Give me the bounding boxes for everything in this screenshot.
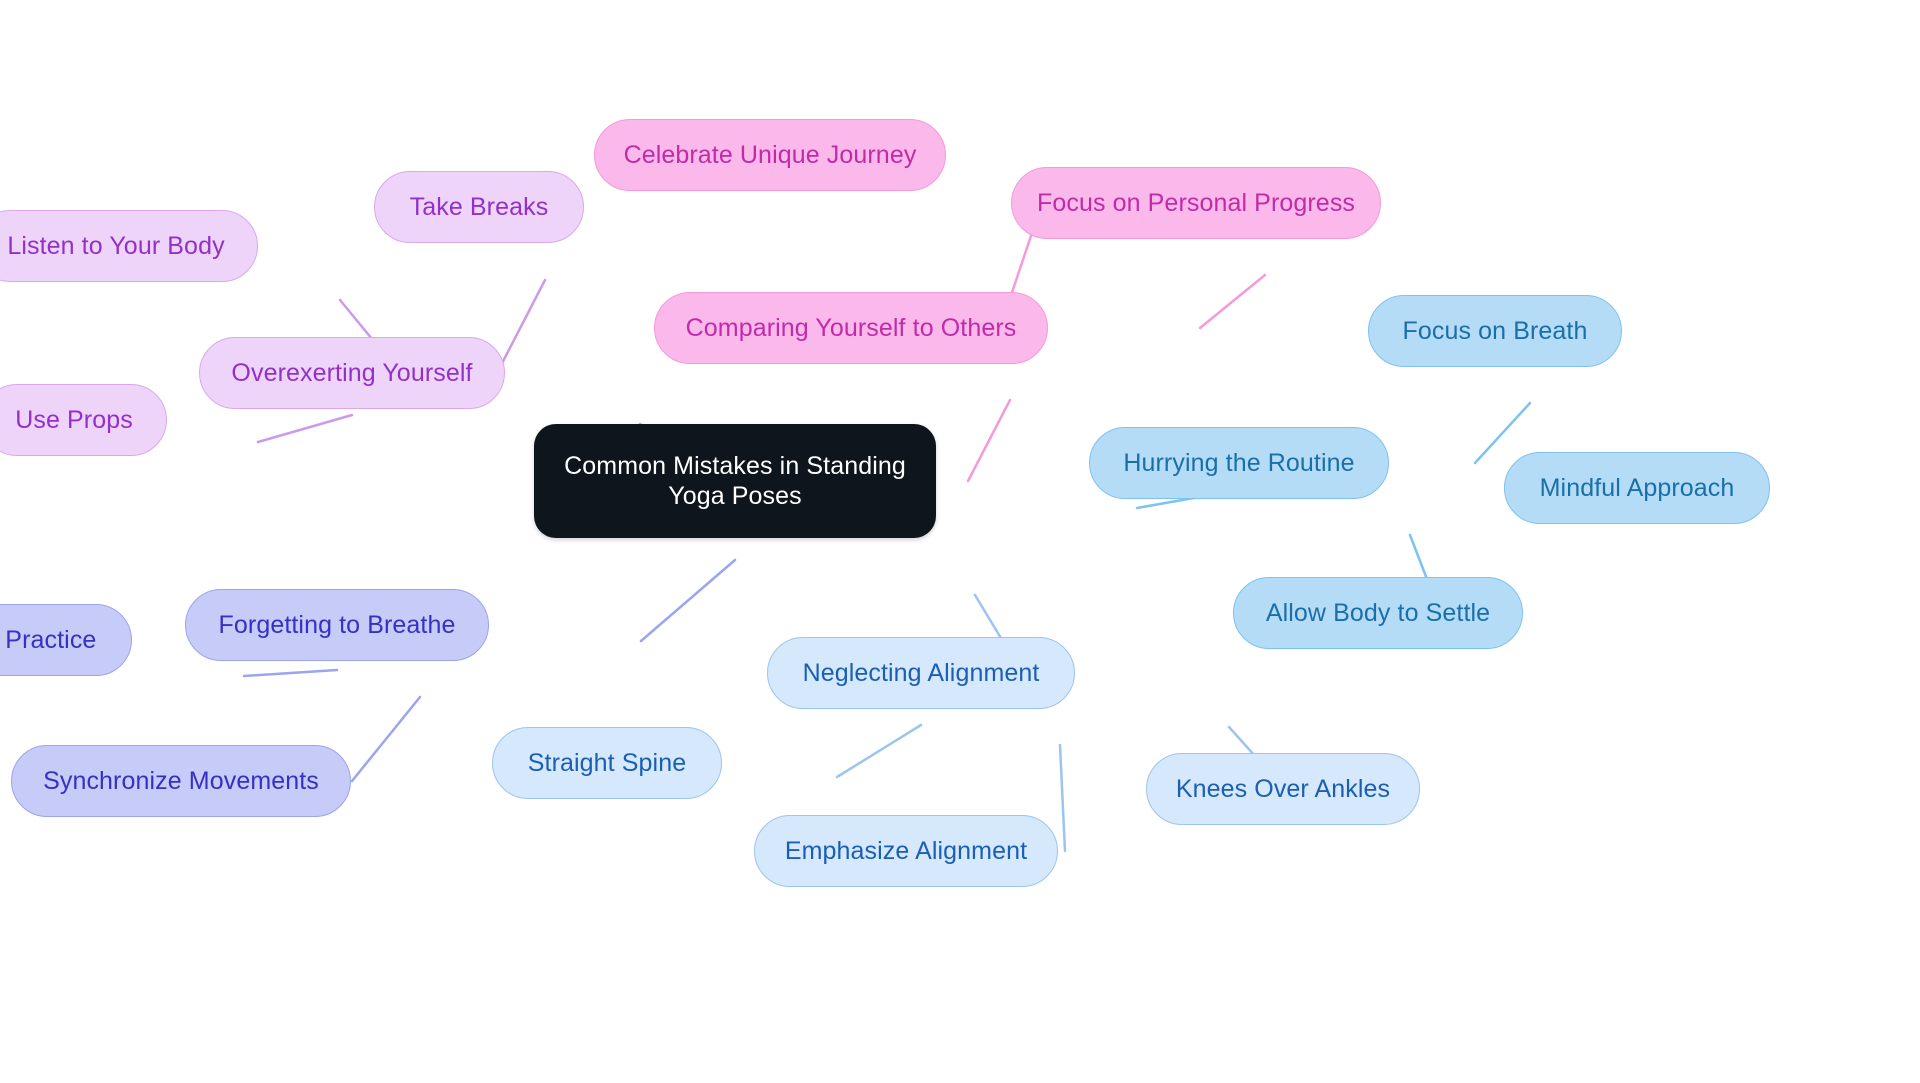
branch-node-comparing-yourself-to-others-label: Comparing Yourself to Others bbox=[685, 313, 1017, 342]
leaf-node-knees-over-ankles-label: Knees Over Ankles bbox=[1175, 774, 1391, 803]
edge-overexerting-props bbox=[256, 413, 354, 444]
leaf-node-knees-over-ankles[interactable]: Knees Over Ankles bbox=[1146, 753, 1420, 825]
leaf-node-use-props[interactable]: Use Props bbox=[0, 384, 167, 456]
leaf-node-celebrate-unique-journey-label: Celebrate Unique Journey bbox=[623, 140, 917, 169]
edge-root-forgetting bbox=[639, 558, 737, 643]
edge-overexerting-takebreaks bbox=[495, 278, 547, 375]
branch-node-overexerting-yourself-label: Overexerting Yourself bbox=[231, 358, 473, 387]
branch-node-overexerting-yourself[interactable]: Overexerting Yourself bbox=[199, 337, 505, 409]
leaf-node-focus-on-breath-label: Focus on Breath bbox=[1402, 316, 1588, 345]
mindmap-edges bbox=[242, 225, 1639, 853]
edge-comparing-focus-progress bbox=[1198, 273, 1267, 330]
branch-node-neglecting-alignment-label: Neglecting Alignment bbox=[802, 658, 1040, 687]
leaf-node-celebrate-unique-journey[interactable]: Celebrate Unique Journey bbox=[594, 119, 946, 191]
leaf-node-use-props-label: Use Props bbox=[15, 405, 133, 434]
leaf-node-listen-to-your-body[interactable]: Listen to Your Body bbox=[0, 210, 258, 282]
edge-neglecting-spine bbox=[835, 723, 923, 779]
edge-forgetting-fluid bbox=[242, 668, 339, 678]
leaf-node-allow-body-to-settle[interactable]: Allow Body to Settle bbox=[1233, 577, 1523, 649]
leaf-node-straight-spine-label: Straight Spine bbox=[527, 748, 687, 777]
leaf-node-synchronize-movements[interactable]: Synchronize Movements bbox=[11, 745, 351, 817]
leaf-node-listen-to-your-body-label: Listen to Your Body bbox=[7, 231, 225, 260]
leaf-node-focus-on-personal-progress-label: Focus on Personal Progress bbox=[1036, 188, 1356, 217]
branch-node-forgetting-to-breathe[interactable]: Forgetting to Breathe bbox=[185, 589, 489, 661]
edge-forgetting-sync bbox=[350, 695, 422, 783]
edge-root-comparing bbox=[966, 398, 1012, 483]
leaf-node-mindful-approach[interactable]: Mindful Approach bbox=[1504, 452, 1770, 524]
branch-node-hurrying-the-routine-label: Hurrying the Routine bbox=[1123, 448, 1355, 477]
branch-node-forgetting-to-breathe-label: Forgetting to Breathe bbox=[218, 610, 456, 639]
leaf-node-take-breaks[interactable]: Take Breaks bbox=[374, 171, 584, 243]
leaf-node-focus-on-personal-progress[interactable]: Focus on Personal Progress bbox=[1011, 167, 1381, 239]
leaf-node-mindful-approach-label: Mindful Approach bbox=[1539, 473, 1735, 502]
edge-hurrying-breath bbox=[1473, 401, 1532, 465]
branch-node-neglecting-alignment[interactable]: Neglecting Alignment bbox=[767, 637, 1075, 709]
mindmap-canvas: Common Mistakes in Standing Yoga Poses Co… bbox=[0, 0, 1920, 1083]
edge-neglecting-emphasize bbox=[1058, 743, 1067, 853]
root-node-label: Common Mistakes in Standing Yoga Poses bbox=[564, 451, 906, 511]
leaf-node-focus-on-breath[interactable]: Focus on Breath bbox=[1368, 295, 1622, 367]
leaf-node-emphasize-alignment[interactable]: Emphasize Alignment bbox=[754, 815, 1058, 887]
leaf-node-take-breaks-label: Take Breaks bbox=[409, 192, 549, 221]
leaf-node-allow-body-to-settle-label: Allow Body to Settle bbox=[1265, 598, 1491, 627]
leaf-node-emphasize-alignment-label: Emphasize Alignment bbox=[784, 836, 1028, 865]
root-node[interactable]: Common Mistakes in Standing Yoga Poses bbox=[534, 424, 936, 538]
leaf-node-fluid-practice-label: Fluid Practice bbox=[0, 625, 97, 654]
leaf-node-fluid-practice[interactable]: Fluid Practice bbox=[0, 604, 132, 676]
leaf-node-straight-spine[interactable]: Straight Spine bbox=[492, 727, 722, 799]
branch-node-hurrying-the-routine[interactable]: Hurrying the Routine bbox=[1089, 427, 1389, 499]
leaf-node-synchronize-movements-label: Synchronize Movements bbox=[43, 766, 319, 795]
branch-node-comparing-yourself-to-others[interactable]: Comparing Yourself to Others bbox=[654, 292, 1048, 364]
